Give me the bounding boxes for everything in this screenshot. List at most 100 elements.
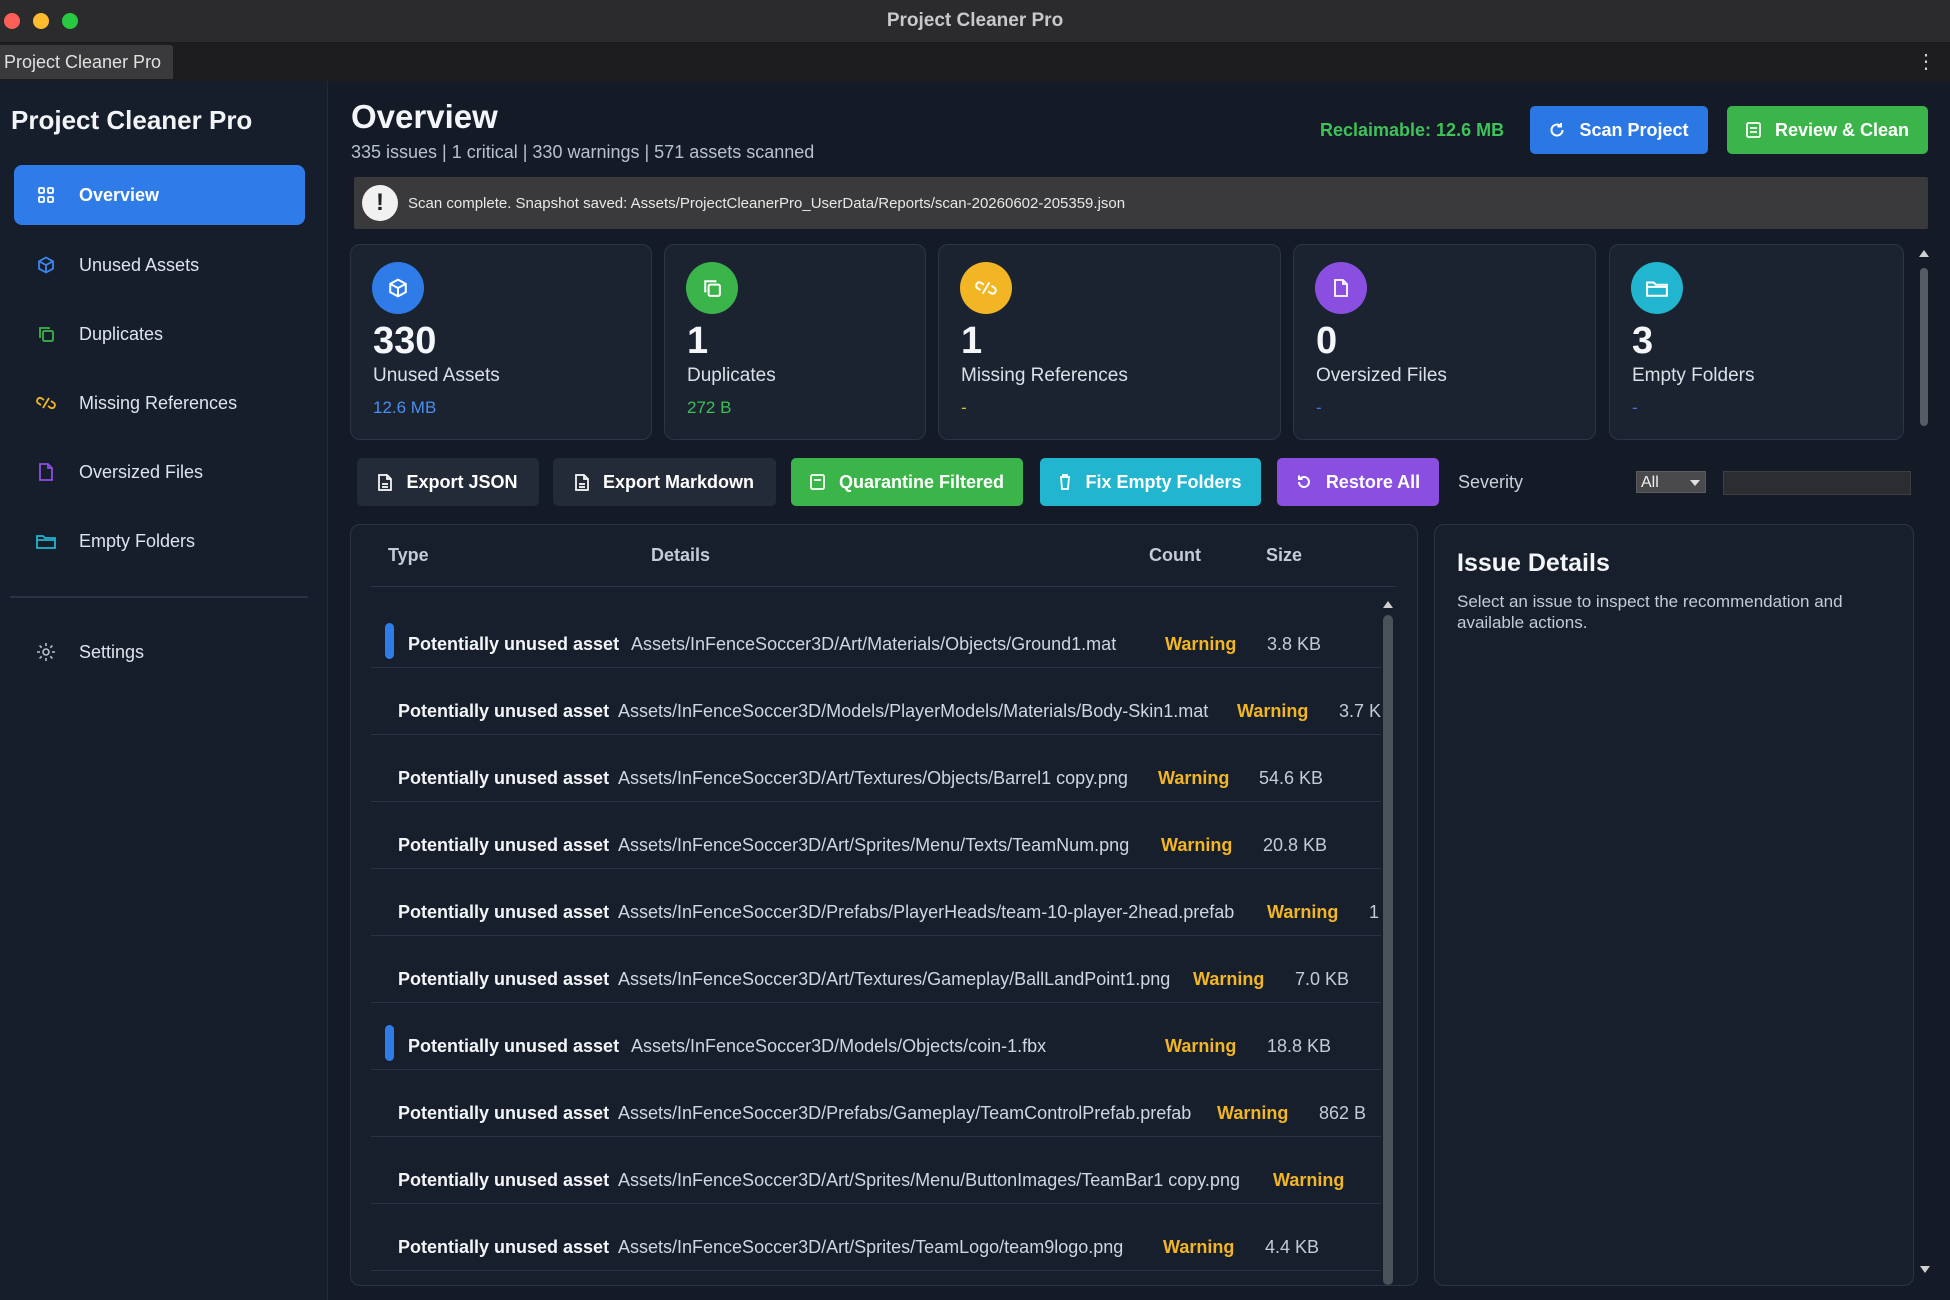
stat-label: Empty Folders [1632,365,1755,386]
export-json-button[interactable]: Export JSON [357,458,539,506]
status-banner: ! Scan complete. Snapshot saved: Assets/… [354,177,1928,229]
row-type: Potentially unused asset [408,634,620,654]
window-title: Project Cleaner Pro [886,10,1064,31]
stat-card-oversized-files[interactable]: 0 Oversized Files - [1293,244,1596,440]
row-count: Warning [1273,1170,1345,1190]
table-row[interactable]: Potentially unused asset Assets/InFenceS… [371,1137,1381,1204]
alert-icon: ! [362,185,398,221]
column-header-type[interactable]: Type [388,545,429,566]
row-details: Assets/InFenceSoccer3D/Art/Sprites/Menu/… [618,835,1130,855]
app-name: Project Cleaner Pro [11,105,253,135]
restore-all-label: Restore All [1325,471,1421,492]
stat-card-duplicates[interactable]: 1 Duplicates 272 B [664,244,926,440]
severity-select[interactable]: All [1636,471,1706,493]
table-row[interactable]: Potentially unused asset Assets/InFenceS… [371,1003,1381,1070]
sidebar-item-unused-assets[interactable]: Unused Assets [14,235,305,295]
cube-icon [372,262,424,314]
row-count: Warning [1193,969,1265,989]
table-scroll-thumb[interactable] [1383,615,1393,1285]
column-header-count[interactable]: Count [1149,545,1201,566]
sidebar-item-label: Settings [79,641,145,662]
table-row[interactable]: Potentially unused asset Assets/InFenceS… [371,1204,1381,1271]
table-row[interactable]: Potentially unused asset Assets/InFenceS… [371,668,1381,735]
scroll-up-icon[interactable] [1919,250,1929,257]
fix-empty-folders-button[interactable]: Fix Empty Folders [1040,458,1261,506]
broken-link-icon [35,392,57,414]
row-size: 3.8 KB [1267,634,1322,654]
row-type: Potentially unused asset [398,969,610,989]
chevron-down-icon [1690,480,1700,486]
row-count: Warning [1161,835,1233,855]
document-icon [1746,122,1761,138]
stat-card-missing-references[interactable]: 1 Missing References - [938,244,1281,440]
row-size: 7.0 KB [1295,969,1350,989]
archive-icon [810,474,825,490]
page-title: Overview [351,98,498,135]
table-row[interactable]: Potentially unused asset Assets/InFenceS… [371,936,1381,1003]
row-type: Potentially unused asset [398,835,610,855]
selection-indicator [385,1025,394,1061]
stat-label: Oversized Files [1316,365,1447,386]
page-scrollbar[interactable] [1916,246,1930,1281]
table-row[interactable]: Potentially unused asset Assets/InFenceS… [371,735,1381,802]
issues-table: Type Details Count Size Potentially unus… [350,524,1418,1286]
sidebar-item-empty-folders[interactable]: Empty Folders [14,511,305,571]
table-row[interactable]: Potentially unused asset Assets/InFenceS… [371,869,1381,936]
selection-indicator [385,623,394,659]
row-count: Warning [1217,1103,1289,1123]
sidebar-item-missing-references[interactable]: Missing References [14,373,305,433]
export-markdown-button[interactable]: Export Markdown [553,458,776,506]
more-vertical-icon[interactable]: ⋮ [1916,49,1936,74]
scroll-up-icon[interactable] [1383,601,1393,608]
column-header-size[interactable]: Size [1266,545,1302,566]
stat-label: Unused Assets [373,365,500,386]
issue-details-panel: Issue Details Select an issue to inspect… [1434,524,1914,1286]
review-clean-button[interactable]: Review & Clean [1727,106,1928,154]
stat-card-empty-folders[interactable]: 3 Empty Folders - [1609,244,1904,440]
row-type: Potentially unused asset [398,1103,610,1123]
sidebar-item-label: Missing References [79,392,238,413]
table-row[interactable]: Potentially unused asset Assets/InFenceS… [371,1070,1381,1137]
row-details: Assets/InFenceSoccer3D/Art/Materials/Obj… [631,634,1117,654]
table-row[interactable]: Potentially unused asset Assets/InFenceS… [371,802,1381,869]
table-scrollbar[interactable] [1381,601,1395,1285]
tab-project-cleaner-pro[interactable]: Project Cleaner Pro [0,45,174,79]
row-count: Warning [1165,1036,1237,1056]
row-type: Potentially unused asset [398,1237,610,1257]
issue-details-text: Select an issue to inspect the recommend… [1457,592,1843,632]
row-type: Potentially unused asset [398,768,610,788]
stat-sub: 12.6 MB [373,398,437,417]
column-header-details[interactable]: Details [651,545,710,566]
copy-icon [686,262,738,314]
row-details: Assets/InFenceSoccer3D/Prefabs/PlayerHea… [618,902,1235,922]
sidebar-item-settings[interactable]: Settings [14,622,305,682]
stat-label: Duplicates [687,365,776,386]
stat-card-unused-assets[interactable]: 330 Unused Assets 12.6 MB [350,244,652,440]
row-size: 4.4 KB [1265,1237,1320,1257]
restore-all-button[interactable]: Restore All [1277,458,1439,506]
export-json-label: Export JSON [406,471,518,492]
quarantine-filtered-button[interactable]: Quarantine Filtered [791,458,1023,506]
sidebar-item-label: Overview [79,184,160,205]
table-row[interactable]: Potentially unused asset Assets/InFenceS… [371,601,1381,668]
sidebar-item-oversized-files[interactable]: Oversized Files [14,442,305,502]
scan-project-label: Scan Project [1579,119,1689,140]
search-input[interactable] [1723,471,1911,495]
row-count: Warning [1163,1237,1235,1257]
page-scroll-thumb[interactable] [1920,268,1928,426]
row-count: Warning [1267,902,1339,922]
row-size: 862 B [1319,1103,1367,1123]
sidebar-item-overview[interactable]: Overview [14,165,305,225]
sidebar-divider [10,596,308,598]
sidebar: Project Cleaner Pro Overview Unused Asse… [0,81,328,1300]
row-count: Warning [1237,701,1309,721]
scroll-down-icon[interactable] [1920,1266,1930,1273]
stat-value: 3 [1632,320,1654,362]
sidebar-item-label: Duplicates [79,323,164,344]
scan-project-button[interactable]: Scan Project [1530,106,1708,154]
tab-bar: Project Cleaner Pro ⋮ [0,43,1950,81]
sidebar-item-duplicates[interactable]: Duplicates [14,304,305,364]
restore-icon [1297,475,1310,488]
row-size: 1 [1369,902,1380,922]
grid-icon [35,184,57,206]
